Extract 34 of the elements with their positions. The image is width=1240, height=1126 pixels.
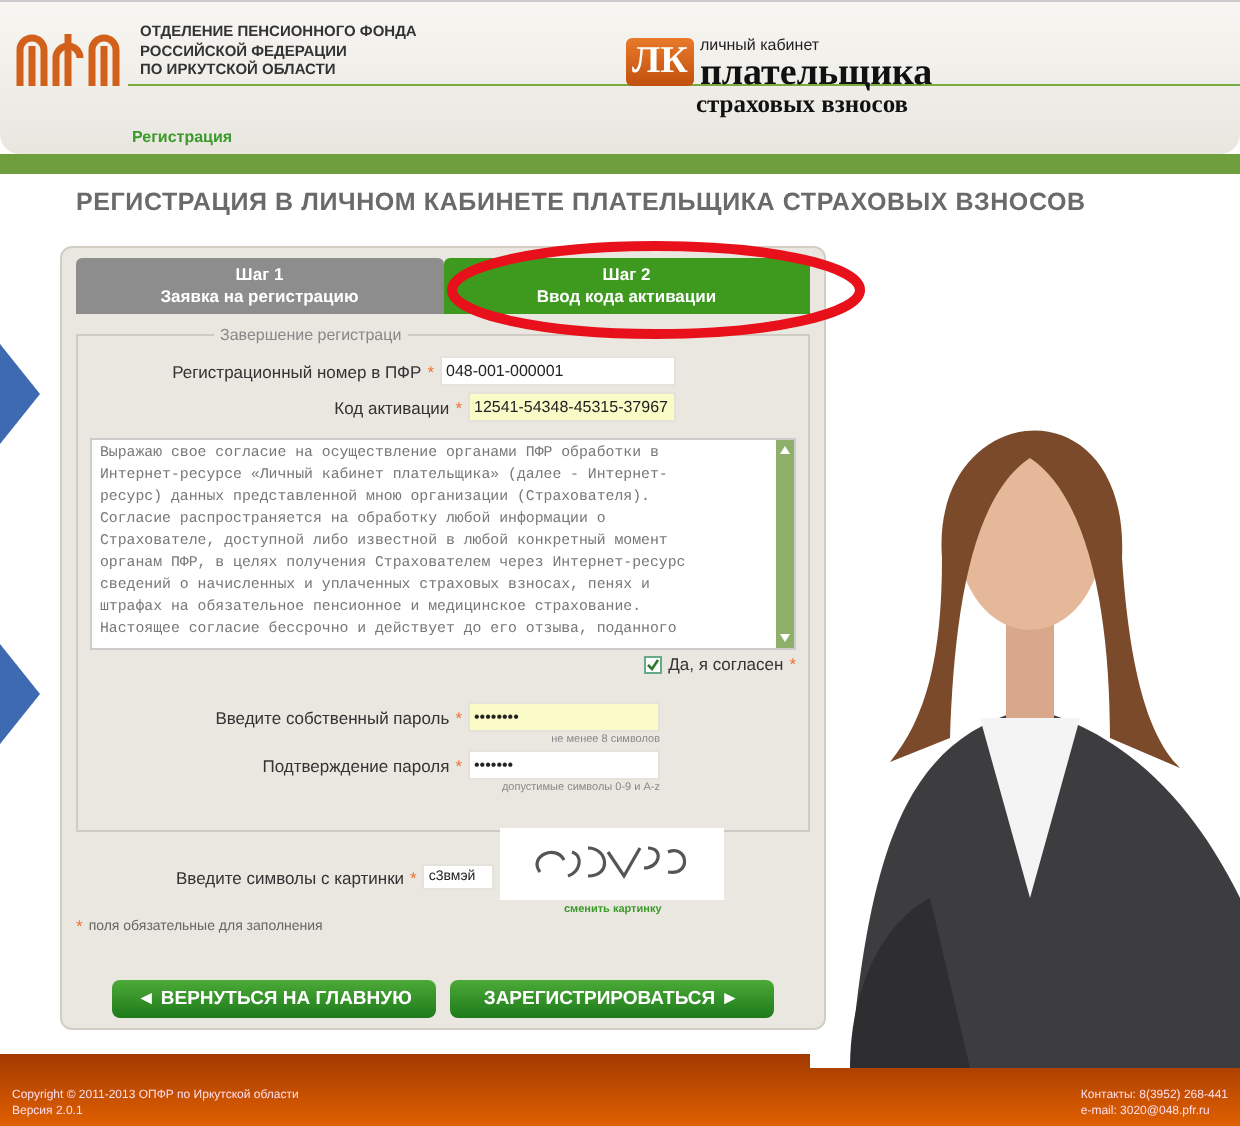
input-field[interactable]: 12541-54348-45315-37967 bbox=[468, 392, 676, 422]
logo-caption: личный кабинет bbox=[699, 38, 822, 54]
field-label: Подтверждение пароля bbox=[262, 755, 450, 775]
logo-title: плательщика bbox=[699, 54, 933, 92]
required-mark: * bbox=[410, 868, 417, 888]
password-field[interactable]: ••••••• bbox=[468, 750, 660, 780]
step-tab[interactable]: Шаг 2 Ввод кода активации bbox=[443, 258, 810, 314]
field-label: Введите собственный пароль bbox=[215, 707, 450, 727]
agree-checkbox[interactable] bbox=[644, 655, 663, 673]
pension-fund-logo-icon bbox=[12, 30, 124, 90]
required-mark: * bbox=[789, 654, 796, 674]
step-tab[interactable]: Шаг 1 Заявка на регистрацию bbox=[76, 258, 443, 314]
field-label: Код активации bbox=[334, 397, 450, 417]
registration-link[interactable]: Регистрация bbox=[132, 128, 233, 146]
required-mark: * bbox=[455, 397, 462, 417]
required-mark: * bbox=[427, 361, 434, 381]
register-button[interactable]: ЗАРЕГИСТРИРОВАТЬСЯ ► bbox=[449, 980, 774, 1018]
logo-badge: ЛК bbox=[626, 38, 694, 86]
input-field[interactable]: 048-001-000001 bbox=[440, 356, 676, 386]
page-title: РЕГИСТРАЦИЯ В ЛИЧНОМ КАБИНЕТЕ ПЛАТЕЛЬЩИКА СТРАХОВЫХ ВЗНОСОВ bbox=[76, 188, 1088, 216]
arrow-icon bbox=[0, 344, 40, 444]
logo-subtitle: страховых взносов bbox=[695, 92, 909, 117]
back-button[interactable]: ◄ ВЕРНУТЬСЯ НА ГЛАВНУЮ bbox=[112, 980, 436, 1018]
agree-label: Да, я согласен bbox=[668, 654, 784, 674]
fieldset-legend: Завершение регистраци bbox=[214, 326, 408, 344]
password-field[interactable]: •••••••• bbox=[468, 702, 660, 732]
required-mark: * bbox=[455, 755, 462, 775]
field-label: Регистрационный номер в ПФР bbox=[172, 361, 422, 381]
field-label: Введите символы с картинки bbox=[176, 868, 405, 888]
required-mark: * bbox=[76, 916, 83, 936]
required-mark: * bbox=[455, 707, 462, 727]
scrollbar-icon bbox=[776, 440, 794, 648]
consent-textarea[interactable] bbox=[90, 438, 796, 650]
arrow-icon bbox=[0, 644, 40, 744]
